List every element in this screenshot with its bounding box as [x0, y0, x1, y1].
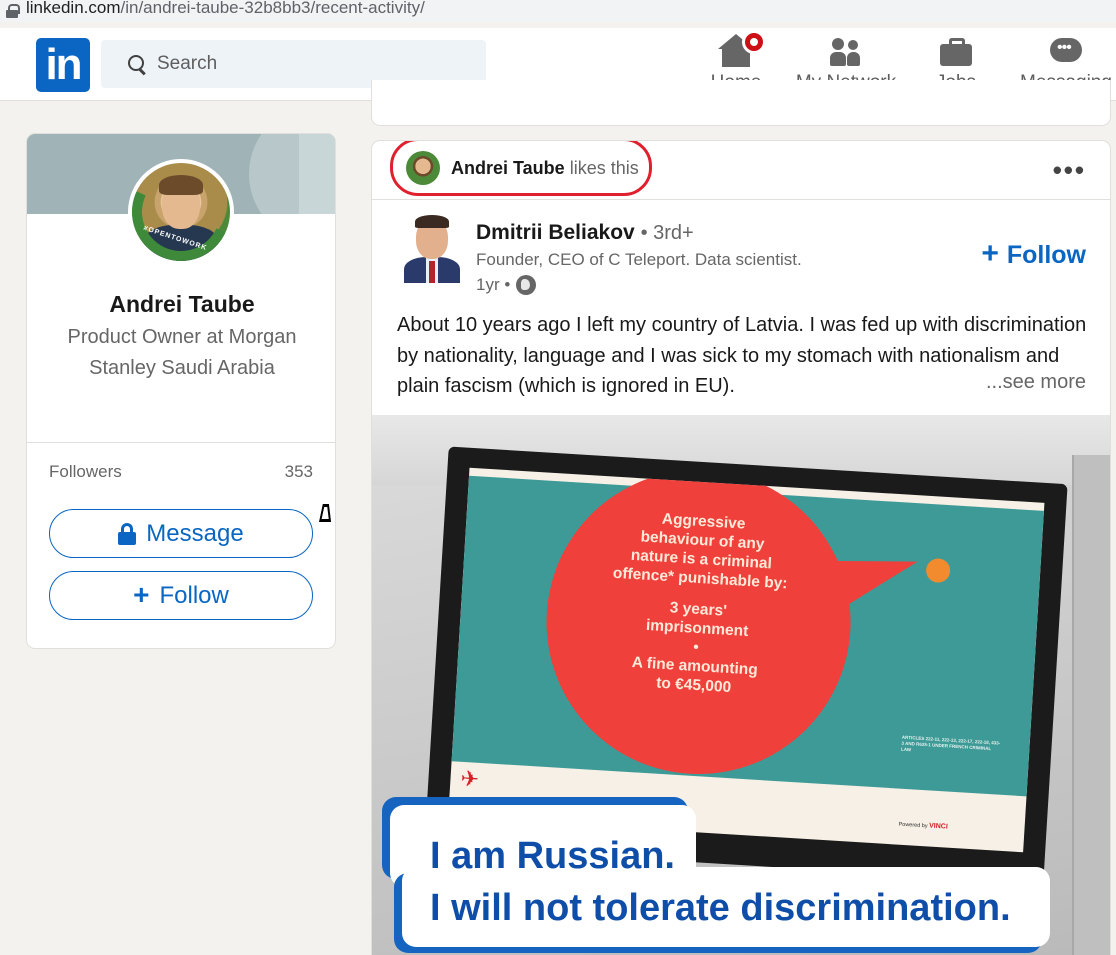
- search-icon: [128, 55, 146, 73]
- url-text[interactable]: linkedin.com/in/andrei-taube-32b8bb3/rec…: [26, 0, 425, 18]
- chat-icon: [1048, 36, 1084, 68]
- more-options-icon[interactable]: •••: [1053, 155, 1086, 186]
- profile-headline: Product Owner at Morgan Stanley Saudi Ar…: [67, 326, 297, 379]
- liker-name[interactable]: Andrei Taube: [451, 158, 565, 178]
- author-name[interactable]: Dmitrii Beliakov: [476, 221, 635, 244]
- followers-label: Followers: [49, 462, 122, 481]
- feed-post-card: Andrei Taube likes this ••• Dmitrii Beli…: [371, 140, 1111, 955]
- plus-icon: +: [133, 578, 150, 610]
- social-activity-header: Andrei Taube likes this: [382, 141, 1102, 199]
- post-image[interactable]: Aggressive behaviour of any nature is a …: [372, 415, 1110, 955]
- connection-degree: • 3rd+: [640, 222, 694, 244]
- profile-card: #OPENTOWORK Andrei Taube Product Owner a…: [26, 133, 336, 649]
- author-name-line: Dmitrii Beliakov • 3rd+: [476, 221, 694, 245]
- lock-icon: [118, 522, 137, 545]
- url-domain: linkedin.com: [26, 0, 121, 17]
- screen-message: Aggressive behaviour of any nature is a …: [612, 510, 788, 697]
- notification-badge: [742, 30, 766, 54]
- author-follow-label: Follow: [1006, 241, 1086, 269]
- url-path: /in/andrei-taube-32b8bb3/recent-activity…: [120, 0, 425, 17]
- wall-pillar: [1072, 455, 1110, 955]
- followers-count: 353: [284, 462, 313, 481]
- author-follow-button[interactable]: + Follow: [981, 237, 1086, 270]
- caption-line-1: I am Russian.: [430, 835, 675, 877]
- briefcase-icon: [938, 36, 974, 68]
- profile-name[interactable]: Andrei Taube: [27, 291, 335, 318]
- previous-post-card: [371, 80, 1111, 126]
- plus-icon: +: [981, 237, 999, 270]
- author-avatar[interactable]: [402, 215, 462, 283]
- post-time-text: 1yr •: [476, 275, 511, 294]
- profile-follow-button[interactable]: + Follow: [49, 571, 313, 620]
- message-button-label: Message: [146, 519, 244, 547]
- linkedin-logo[interactable]: in: [36, 38, 90, 92]
- search-input[interactable]: [157, 53, 457, 75]
- profile-avatar[interactable]: #OPENTOWORK: [128, 159, 234, 265]
- globe-icon: [516, 275, 537, 295]
- see-more-link[interactable]: ...see more: [979, 371, 1086, 394]
- screen-footer: Powered by VINCI: [898, 821, 948, 831]
- message-button[interactable]: Message: [49, 509, 313, 558]
- home-icon: [718, 30, 766, 68]
- liker-text: Andrei Taube likes this: [451, 158, 639, 179]
- divider: [27, 442, 335, 443]
- author-headline: Founder, CEO of C Teleport. Data scienti…: [476, 250, 802, 269]
- post-time: 1yr •: [476, 275, 537, 295]
- liker-action: likes this: [569, 158, 639, 178]
- monitor-screen: Aggressive behaviour of any nature is a …: [448, 467, 1045, 853]
- caption-line-2: I will not tolerate discrimination.: [430, 887, 1011, 929]
- logo-text: in: [45, 40, 82, 89]
- airplane-icon: ✈: [459, 765, 480, 792]
- divider: [372, 199, 1110, 200]
- browser-url-bar[interactable]: linkedin.com/in/andrei-taube-32b8bb3/rec…: [0, 0, 1116, 22]
- follow-button-label: Follow: [159, 581, 229, 609]
- lock-icon: [6, 4, 20, 18]
- people-icon: [828, 36, 864, 68]
- liker-avatar[interactable]: [406, 151, 440, 185]
